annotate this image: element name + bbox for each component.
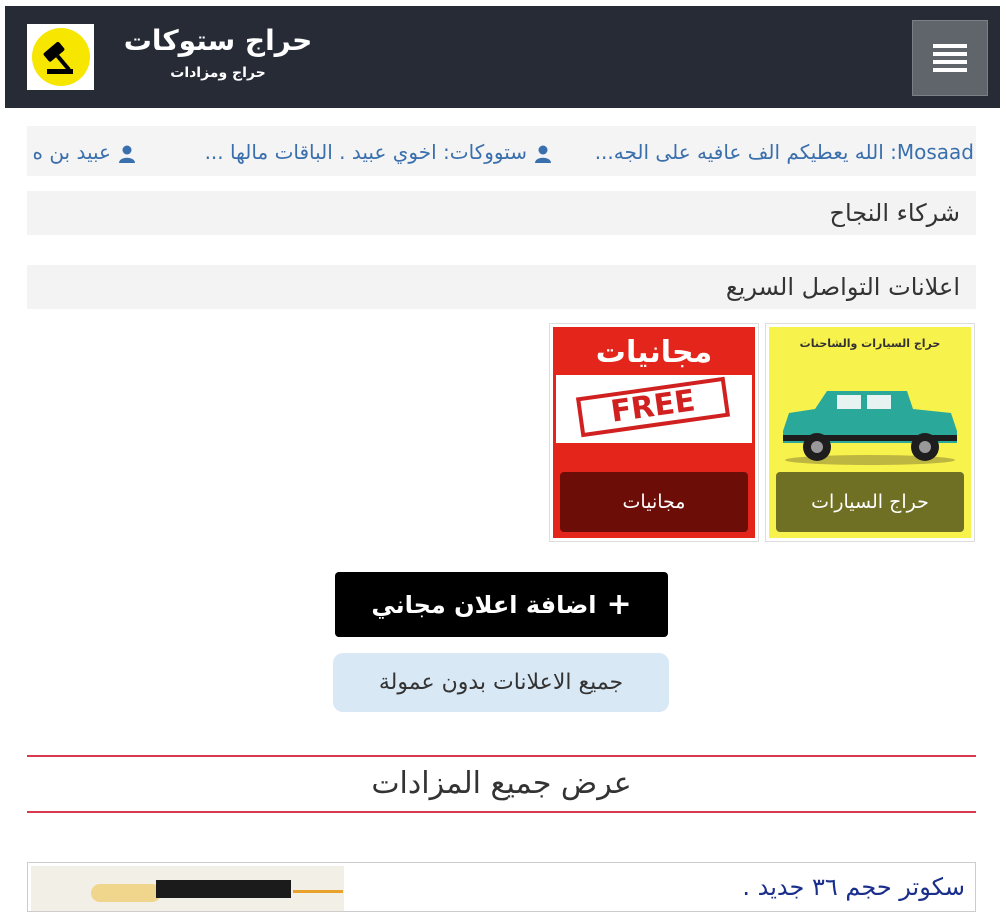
divider [27, 811, 976, 813]
card-image-caption: حراج السيارات والشاحنات [799, 337, 941, 350]
user-icon [535, 145, 551, 163]
listing-thumbnail[interactable] [31, 866, 344, 911]
quick-ads-heading: اعلانات التواصل السريع [27, 265, 976, 309]
menu-button[interactable] [912, 20, 988, 96]
partners-heading: شركاء النجاح [27, 191, 976, 235]
site-subtitle: حراج ومزادات [170, 65, 266, 81]
site-logo[interactable] [27, 24, 94, 90]
site-title: حراج ستوكات [123, 24, 313, 57]
hamburger-icon [933, 44, 967, 72]
brand[interactable]: حراج ستوكات حراج ومزادات [123, 24, 313, 84]
plus-icon: + [606, 587, 632, 622]
user-icon [119, 145, 135, 163]
ticker-item[interactable]: Mosaad: الله يعطيكم الف عافيه على الجه..… [595, 139, 974, 165]
free-stamp: FREE [575, 376, 731, 438]
ticker-text: : الله يعطيكم الف عافيه على الجه... [594, 140, 897, 164]
ticker-author: عبيد بن ه [32, 140, 112, 164]
all-ads-button[interactable]: جميع الاعلانات بدون عمولة [333, 653, 669, 712]
listing-row[interactable]: سكوتر حجم ٣٦ جديد . [27, 862, 976, 912]
ticker-item[interactable]: عبيد بن ه [32, 139, 135, 165]
jeep-image [783, 391, 957, 465]
card-label[interactable]: حراج السيارات [776, 472, 964, 532]
comments-ticker: Mosaad: الله يعطيكم الف عافيه على الجه..… [27, 126, 976, 176]
category-card-free[interactable]: مجانيات FREE مجانيات [549, 323, 759, 542]
ticker-author: Mosaad [896, 140, 974, 164]
listing-title[interactable]: سكوتر حجم ٣٦ جديد . [742, 873, 965, 901]
divider [27, 755, 976, 757]
category-card-cars[interactable]: حراج السيارات والشاحنات حراج السيارات [765, 323, 975, 542]
card-label[interactable]: مجانيات [560, 472, 748, 532]
add-ad-button[interactable]: + اضافة اعلان مجاني [335, 572, 668, 637]
ticker-item[interactable]: ستووكات: اخوي عبيد . الباقات مالها ... [205, 139, 551, 165]
view-all-auctions-link[interactable]: عرض جميع المزادات [27, 760, 976, 808]
gavel-icon [31, 28, 90, 86]
ticker-author: ستووكات [449, 140, 527, 164]
add-ad-label: اضافة اعلان مجاني [371, 590, 597, 619]
top-header: حراج ستوكات حراج ومزادات [5, 6, 1000, 108]
card-image-title: مجانيات [595, 335, 713, 370]
ticker-text: : اخوي عبيد . الباقات مالها ... [204, 140, 450, 164]
stamp-panel: FREE [556, 375, 752, 443]
